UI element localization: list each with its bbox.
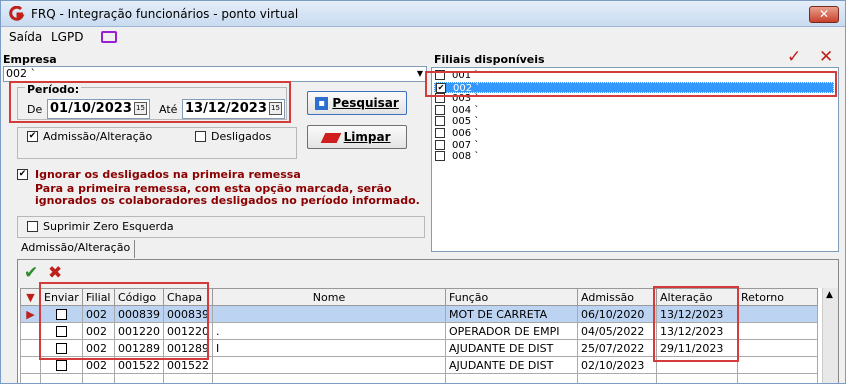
enviar-checkbox[interactable]	[56, 360, 67, 371]
nome-cell: I	[212, 339, 446, 357]
sort-icon[interactable]: ▼	[20, 288, 41, 306]
funcao-cell: OPERADOR DE EMPI	[445, 322, 578, 340]
col-admissao[interactable]: Admissão	[577, 288, 657, 306]
highlight-box-filial	[425, 71, 837, 97]
admissao-label: Admissão/Alteração	[43, 130, 153, 143]
close-icon[interactable]: ✖	[48, 263, 62, 283]
nome-cell: .	[212, 322, 446, 340]
close-button[interactable]: ✕	[809, 6, 839, 23]
chevron-down-icon[interactable]: ▼	[415, 68, 425, 80]
row-indicator-icon: ▶	[20, 305, 41, 323]
retorno-cell	[737, 356, 818, 374]
retorno-cell	[737, 322, 818, 340]
filial-item[interactable]: 007 `	[434, 139, 834, 151]
col-nome[interactable]: Nome	[212, 288, 446, 306]
empresa-value: 002 `	[6, 67, 36, 80]
check-icon[interactable]: ✔	[24, 263, 38, 283]
ignorar-checkbox[interactable]: ✔	[17, 169, 28, 180]
funcao-cell: AJUDANTE DE DIST	[445, 339, 578, 357]
nome-cell	[212, 356, 446, 374]
row-indicator	[20, 356, 41, 374]
ignorar-label: Ignorar os desligados na primeira remess…	[35, 168, 301, 181]
filial-label: 008 `	[452, 151, 480, 163]
admissao-checkbox[interactable]: ✔	[27, 131, 38, 142]
menu-bar: Saída LGPD	[1, 28, 845, 46]
disk-icon: ▪	[315, 97, 329, 110]
tab-admissao-alteracao[interactable]: Admissão/Alteração	[17, 240, 136, 258]
highlight-box-grid-left	[39, 282, 209, 360]
funcao-cell: AJUDANTE DE DIST	[445, 356, 578, 374]
admissao-cell: 06/10/2020	[577, 305, 657, 323]
check-all-icon[interactable]: ✓	[787, 47, 801, 67]
filial-label: 005 `	[452, 116, 480, 128]
app-window: FRQ - Integração funcionários - ponto vi…	[0, 0, 846, 384]
filial-item[interactable]: 006 `	[434, 128, 834, 139]
desligados-checkbox[interactable]	[195, 131, 206, 142]
filial-item[interactable]: 005 `	[434, 116, 834, 127]
vertical-scrollbar[interactable]: ▲	[822, 288, 838, 383]
filial-checkbox[interactable]	[435, 151, 445, 162]
filial-label: 006 `	[452, 128, 480, 139]
funcao-cell: MOT DE CARRETA	[445, 305, 578, 323]
filial-checkbox[interactable]	[435, 139, 445, 150]
desligados-label: Desligados	[211, 130, 272, 143]
row-indicator	[20, 322, 41, 340]
pesquisar-button[interactable]: ▪ Pesquisar	[307, 91, 407, 115]
filiais-label: Filiais disponíveis	[434, 53, 545, 66]
ignorar-note-2: ignorados os colaboradores desligados no…	[35, 194, 420, 207]
empresa-label: Empresa	[3, 53, 57, 66]
pesquisar-label: Pesquisar	[332, 96, 399, 110]
suprimir-label: Suprimir Zero Esquerda	[43, 220, 174, 233]
row-indicator	[20, 339, 41, 357]
scroll-up-icon[interactable]: ▲	[826, 290, 833, 300]
uncheck-all-icon[interactable]: ✕	[819, 47, 833, 67]
limpar-label: Limpar	[343, 130, 391, 144]
filial-label: 004 `	[452, 104, 480, 116]
filial-checkbox[interactable]	[435, 104, 445, 115]
admissao-cell: 02/10/2023	[577, 356, 657, 374]
monitor-icon[interactable]	[101, 31, 117, 43]
filial-item[interactable]: 004 `	[434, 104, 834, 116]
filial-item[interactable]: 008 `	[434, 151, 834, 162]
app-logo-icon	[9, 6, 25, 21]
filial-checkbox[interactable]	[435, 116, 445, 127]
retorno-cell	[737, 339, 818, 357]
admissao-cell: 04/05/2022	[577, 322, 657, 340]
highlight-box-alteracao	[653, 286, 739, 362]
title-bar: FRQ - Integração funcionários - ponto vi…	[1, 1, 845, 27]
eraser-icon	[321, 132, 342, 143]
empresa-select[interactable]: 002 ` ▼	[3, 66, 427, 82]
menu-saida[interactable]: Saída	[9, 30, 42, 44]
filial-label: 007 `	[452, 139, 480, 151]
col-retorno[interactable]: Retorno	[737, 288, 818, 306]
col-funcao[interactable]: Função	[445, 288, 578, 306]
admissao-cell: 25/07/2022	[577, 339, 657, 357]
suprimir-checkbox[interactable]	[27, 221, 38, 232]
menu-lgpd[interactable]: LGPD	[51, 30, 83, 44]
filial-checkbox[interactable]	[435, 128, 445, 138]
empty-row	[20, 373, 818, 383]
nome-cell	[212, 305, 446, 323]
highlight-box-periodo	[9, 81, 291, 123]
retorno-cell	[737, 305, 818, 323]
window-title: FRQ - Integração funcionários - ponto vi…	[31, 7, 299, 21]
limpar-button[interactable]: Limpar	[307, 125, 407, 149]
